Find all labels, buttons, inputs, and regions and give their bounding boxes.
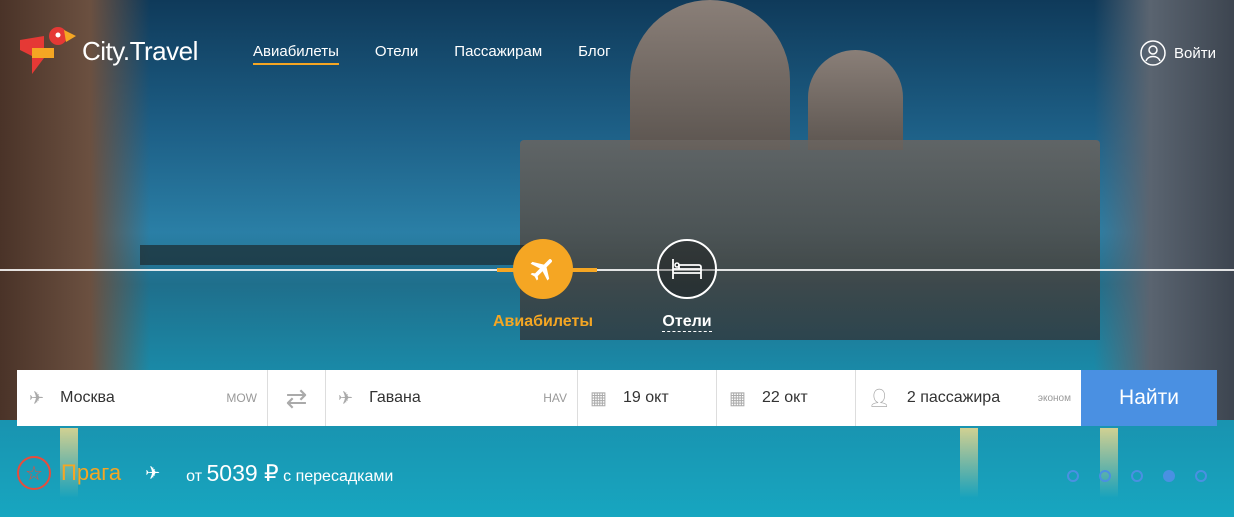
carousel-dot[interactable] <box>1067 470 1079 482</box>
background-horizon <box>140 245 540 265</box>
nav-blog[interactable]: Блог <box>578 43 610 65</box>
tab-flights-label: Авиабилеты <box>493 313 593 330</box>
airplane-icon <box>512 239 573 299</box>
flight-icon: ✈ <box>145 462 161 483</box>
background-light-reflection <box>1100 428 1118 498</box>
depart-date: 19 окт <box>623 389 669 406</box>
mode-divider-line <box>0 269 1234 271</box>
logo-text: City.Travel <box>82 35 198 66</box>
carousel-dot-active[interactable] <box>1163 470 1175 482</box>
logo[interactable]: City.Travel <box>18 26 198 76</box>
price-value: 5039 ₽ <box>206 459 279 486</box>
carousel-dot[interactable] <box>1131 470 1143 482</box>
nav-flights[interactable]: Авиабилеты <box>253 43 339 65</box>
price-prefix: от <box>186 467 203 485</box>
return-date-field[interactable]: ▦ 22 окт <box>717 370 856 426</box>
star-icon: ☆ <box>17 456 51 490</box>
price-suffix: с пересадками <box>283 467 394 485</box>
takeoff-icon: ✈ <box>29 387 45 408</box>
calendar-icon: ▦ <box>590 387 608 408</box>
main-nav: Авиабилеты Отели Пассажирам Блог <box>253 43 611 65</box>
depart-date-field[interactable]: ▦ 19 окт <box>578 370 717 426</box>
destination-city: Гавана <box>369 389 421 406</box>
swap-icon: ⇄ <box>285 382 308 413</box>
promo-price: от 5039 ₽ с пересадками <box>186 460 393 487</box>
origin-code: MOW <box>226 391 257 405</box>
destination-field[interactable]: ✈ Гавана HAV <box>326 370 578 426</box>
landing-icon: ✈ <box>338 387 354 408</box>
origin-field[interactable]: ✈ Москва MOW <box>17 370 268 426</box>
person-icon: 👤︎ <box>868 387 891 408</box>
cabin-class: эконом <box>1037 392 1071 404</box>
login-label: Войти <box>1174 44 1216 62</box>
return-date: 22 окт <box>762 389 808 406</box>
carousel-dot[interactable] <box>1099 470 1111 482</box>
swap-button[interactable]: ⇄ <box>268 370 326 426</box>
flight-search-form: ✈ Москва MOW ⇄ ✈ Гавана HAV ▦ 19 окт ▦ 2… <box>17 370 1217 426</box>
carousel-dot[interactable] <box>1195 470 1207 482</box>
promo-city: Прага <box>61 460 122 485</box>
tab-flights[interactable]: Авиабилеты <box>493 239 593 331</box>
search-button[interactable]: Найти <box>1081 370 1217 426</box>
user-icon <box>1140 40 1166 66</box>
background-city <box>520 140 1100 340</box>
nav-passengers[interactable]: Пассажирам <box>454 43 542 65</box>
tab-hotels[interactable]: Отели <box>657 239 717 332</box>
promo-offer[interactable]: ☆ Прага ✈ от 5039 ₽ с пересадками <box>17 456 393 490</box>
background-light-reflection <box>960 428 978 498</box>
header: City.Travel Авиабилеты Отели Пассажирам … <box>0 0 1234 100</box>
origin-city: Москва <box>60 389 115 406</box>
passengers-count: 2 пассажира <box>906 389 1001 406</box>
carousel-dots <box>1067 470 1207 482</box>
tab-hotels-label: Отели <box>662 313 712 332</box>
destination-code: HAV <box>543 391 567 405</box>
bed-icon <box>657 239 717 299</box>
login-button[interactable]: Войти <box>1140 40 1216 66</box>
passengers-field[interactable]: 👤︎ 2 пассажира эконом <box>856 370 1081 426</box>
calendar-icon: ▦ <box>729 387 747 408</box>
nav-hotels[interactable]: Отели <box>375 43 418 65</box>
parrot-logo-icon <box>20 27 76 74</box>
